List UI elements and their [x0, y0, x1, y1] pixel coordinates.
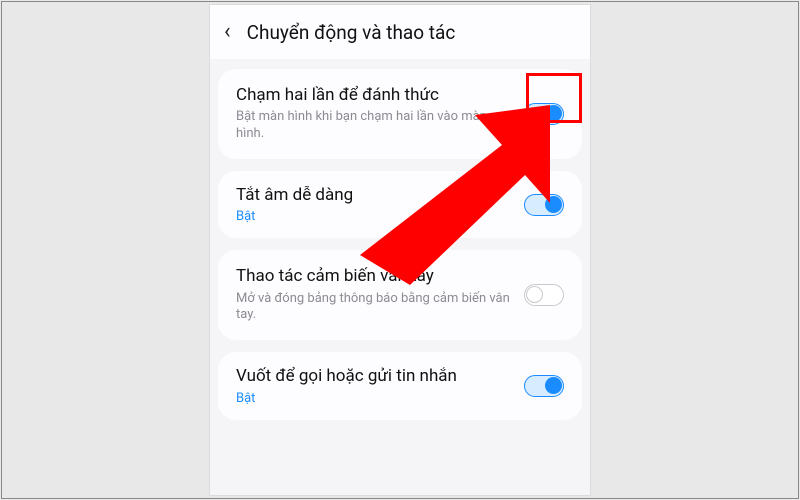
screenshot-frame: ‹ Chuyển động và thao tác Chạm hai lần đ… [1, 1, 799, 499]
settings-list: Chạm hai lần để đánh thức Bật màn hình k… [210, 59, 590, 420]
setting-status: Bật [236, 209, 512, 224]
toggle-fingerprint-gesture[interactable] [524, 284, 564, 306]
setting-row-swipe-call-message[interactable]: Vuốt để gọi hoặc gửi tin nhắn Bật [218, 352, 582, 419]
setting-title: Tắt âm dễ dàng [236, 185, 512, 206]
toggle-double-tap-wake[interactable] [524, 103, 564, 125]
page-title: Chuyển động và thao tác [247, 21, 456, 44]
setting-text: Chạm hai lần để đánh thức Bật màn hình k… [236, 85, 512, 143]
setting-row-easy-mute[interactable]: Tắt âm dễ dàng Bật [218, 171, 582, 238]
back-icon[interactable]: ‹ [224, 21, 231, 43]
setting-text: Vuốt để gọi hoặc gửi tin nhắn Bật [236, 366, 512, 405]
setting-title: Vuốt để gọi hoặc gửi tin nhắn [236, 366, 512, 387]
setting-title: Thao tác cảm biến vân tay [236, 266, 512, 287]
setting-text: Tắt âm dễ dàng Bật [236, 185, 512, 224]
setting-text: Thao tác cảm biến vân tay Mở và đóng bản… [236, 266, 512, 324]
setting-status: Bật [236, 391, 512, 406]
setting-description: Bật màn hình khi bạn chạm hai lần vào mà… [236, 109, 512, 143]
toggle-swipe-call-message[interactable] [524, 375, 564, 397]
setting-row-fingerprint-gesture[interactable]: Thao tác cảm biến vân tay Mở và đóng bản… [218, 250, 582, 340]
setting-title: Chạm hai lần để đánh thức [236, 85, 512, 106]
toggle-easy-mute[interactable] [524, 194, 564, 216]
setting-description: Mở và đóng bảng thông báo bằng cảm biến … [236, 291, 512, 325]
setting-row-double-tap-wake[interactable]: Chạm hai lần để đánh thức Bật màn hình k… [218, 69, 582, 159]
app-header: ‹ Chuyển động và thao tác [210, 5, 590, 59]
phone-screen: ‹ Chuyển động và thao tác Chạm hai lần đ… [210, 5, 590, 495]
